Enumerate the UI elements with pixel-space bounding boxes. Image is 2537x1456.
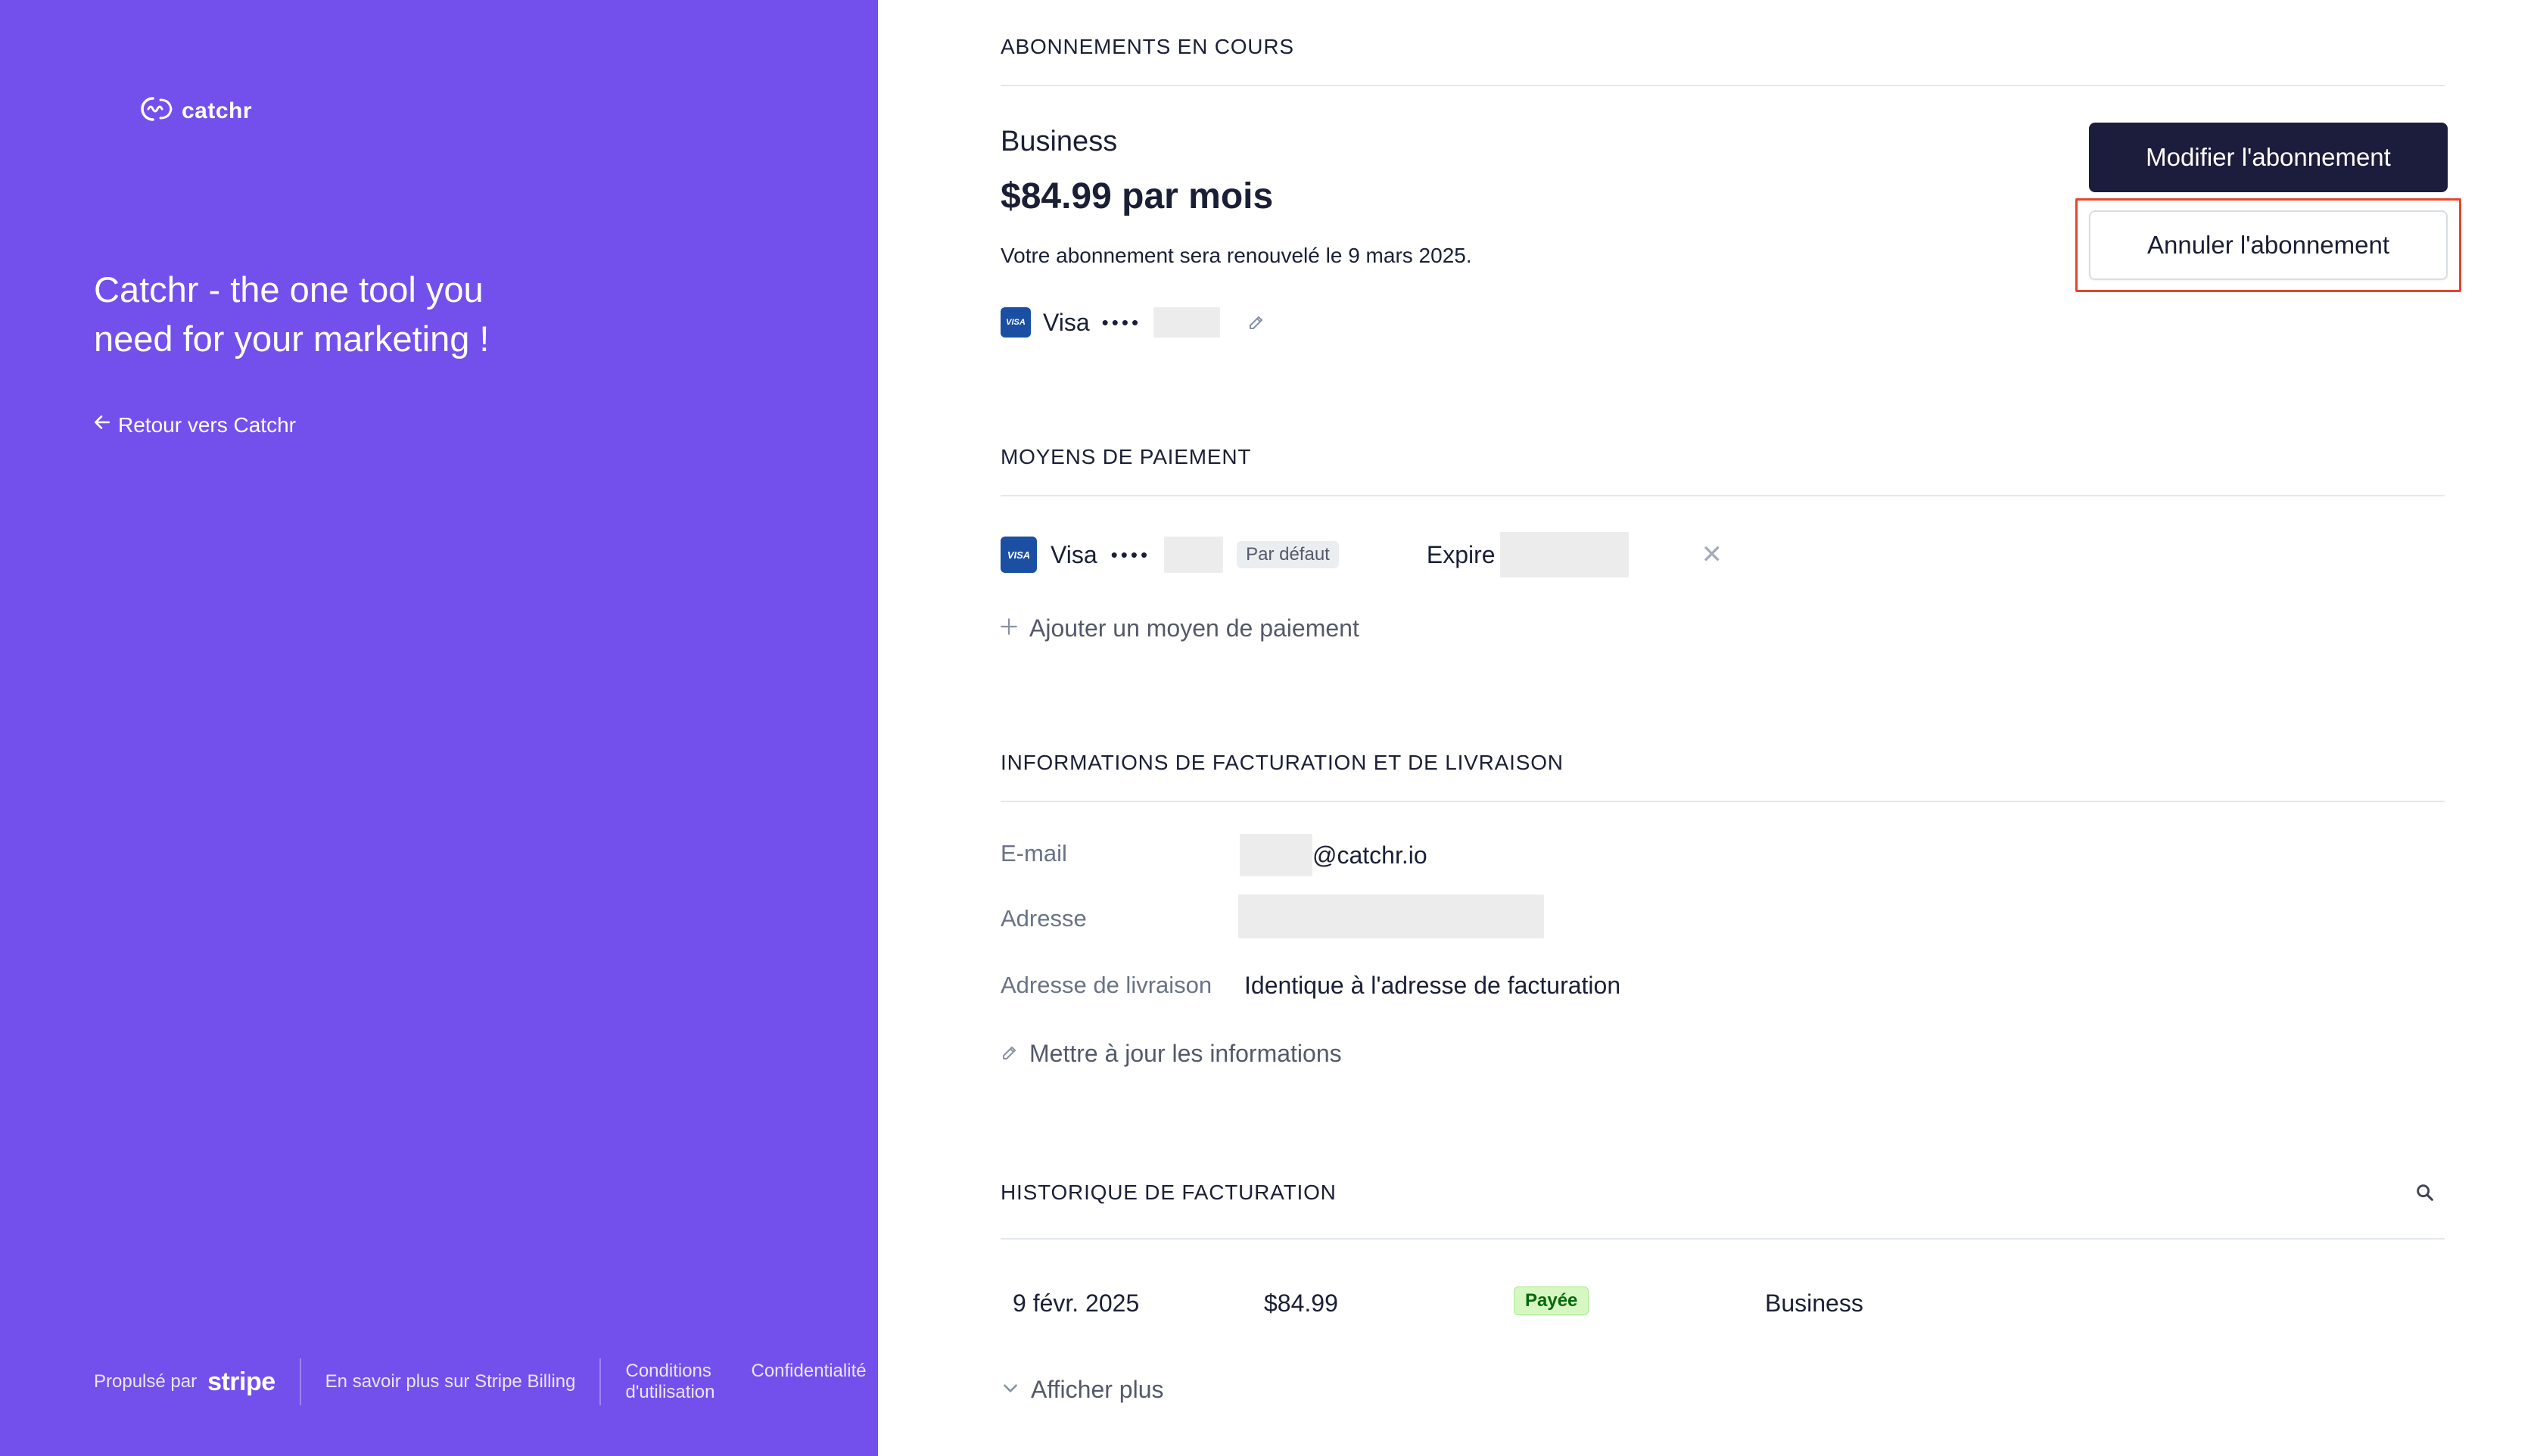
- invoice-date: 9 févr. 2025: [1013, 1290, 1140, 1317]
- update-information-label: Mettre à jour les informations: [1029, 1040, 1342, 1067]
- footer-divider: [599, 1358, 602, 1405]
- invoice-status-badge: Payée: [1514, 1286, 1589, 1315]
- email-local-redacted: [1240, 834, 1312, 876]
- card-last4-redacted: [1164, 537, 1224, 573]
- email-label: E-mail: [1001, 840, 1067, 866]
- address-label: Adresse: [1001, 905, 1087, 932]
- payment-method-row: VISA Visa •••• Par défaut Expire ✕: [1001, 530, 1723, 580]
- remove-payment-method-icon[interactable]: ✕: [1701, 540, 1723, 570]
- catchr-logo[interactable]: catchr: [138, 94, 252, 128]
- plus-icon: [999, 614, 1019, 642]
- billing-history-section-title: HISTORIQUE DE FACTURATION: [1001, 1181, 1337, 1204]
- edit-icon: [1001, 1040, 1019, 1068]
- footer-divider: [299, 1358, 301, 1405]
- brand-panel: catchr Catchr - the one tool you need fo…: [0, 0, 878, 1456]
- subscription-payment-card: VISA Visa ••••: [1001, 307, 1265, 338]
- plan-name: Business: [1001, 126, 1118, 157]
- chevron-down-icon: [1001, 1376, 1020, 1404]
- card-last4-redacted: [1153, 307, 1221, 338]
- catchr-logo-icon: [138, 94, 174, 128]
- expire-label: Expire: [1426, 540, 1496, 568]
- card-brand: Visa: [1051, 540, 1097, 568]
- invoice-amount: $84.99: [1264, 1290, 1338, 1317]
- logo-text: catchr: [182, 98, 253, 123]
- invoice-row[interactable]: 9 févr. 2025 $84.99 Payée Business: [1001, 1279, 2445, 1332]
- default-badge: Par défaut: [1237, 541, 1339, 568]
- terms-link[interactable]: Conditions d'utilisation: [625, 1361, 731, 1403]
- billing-info-section-title: INFORMATIONS DE FACTURATION ET DE LIVRAI…: [1001, 751, 1564, 774]
- add-payment-method-link[interactable]: Ajouter un moyen de paiement: [999, 614, 1359, 642]
- invoice-plan: Business: [1765, 1290, 1863, 1317]
- shipping-address-value: Identique à l'adresse de facturation: [1244, 972, 1621, 999]
- cancel-subscription-button[interactable]: Annuler l'abonnement: [2089, 210, 2448, 280]
- modify-subscription-button[interactable]: Modifier l'abonnement: [2089, 123, 2448, 192]
- visa-card-icon: VISA: [1001, 307, 1031, 338]
- subscriptions-section-title: ABONNEMENTS EN COURS: [1001, 35, 1294, 58]
- email-value-row: @catchr.io: [1240, 834, 1427, 876]
- powered-by-stripe[interactable]: Propulsé par stripe: [94, 1367, 275, 1397]
- visa-card-icon: VISA: [1001, 537, 1037, 573]
- section-divider: [1001, 801, 2445, 802]
- back-link-label: Retour vers Catchr: [118, 412, 296, 437]
- show-more-label: Afficher plus: [1031, 1376, 1164, 1403]
- section-divider: [1001, 1238, 2445, 1240]
- stripe-logo: stripe: [207, 1367, 275, 1396]
- card-brand: Visa: [1043, 308, 1090, 336]
- card-mask-dots: ••••: [1110, 543, 1151, 566]
- footer: Propulsé par stripe En savoir plus sur S…: [94, 1355, 867, 1409]
- shipping-address-label: Adresse de livraison: [1001, 972, 1212, 998]
- card-mask-dots: ••••: [1101, 310, 1142, 334]
- learn-more-stripe-billing-link[interactable]: En savoir plus sur Stripe Billing: [325, 1371, 576, 1392]
- powered-by-label: Propulsé par: [94, 1371, 198, 1392]
- search-invoices-icon[interactable]: [2414, 1182, 2436, 1203]
- legal-links: Conditions d'utilisation Confidentialité: [625, 1361, 866, 1403]
- back-to-catchr-link[interactable]: Retour vers Catchr: [92, 412, 296, 437]
- expiry-date-redacted: [1499, 532, 1629, 577]
- arrow-left-icon: [92, 412, 112, 437]
- brand-tagline: Catchr - the one tool you need for your …: [94, 269, 490, 359]
- plan-price: $84.99 par mois: [1001, 176, 1274, 216]
- show-more-link[interactable]: Afficher plus: [1001, 1376, 1164, 1404]
- section-divider: [1001, 495, 2445, 496]
- section-divider: [1001, 85, 2445, 86]
- edit-payment-icon[interactable]: [1247, 313, 1265, 331]
- renewal-text: Votre abonnement sera renouvelé le 9 mar…: [1001, 244, 1472, 267]
- payment-methods-section-title: MOYENS DE PAIEMENT: [1001, 445, 1252, 468]
- add-payment-method-label: Ajouter un moyen de paiement: [1029, 614, 1359, 642]
- email-value: @catchr.io: [1312, 841, 1427, 869]
- address-redacted: [1238, 894, 1544, 938]
- privacy-link[interactable]: Confidentialité: [751, 1361, 866, 1403]
- update-information-link[interactable]: Mettre à jour les informations: [1001, 1040, 1342, 1068]
